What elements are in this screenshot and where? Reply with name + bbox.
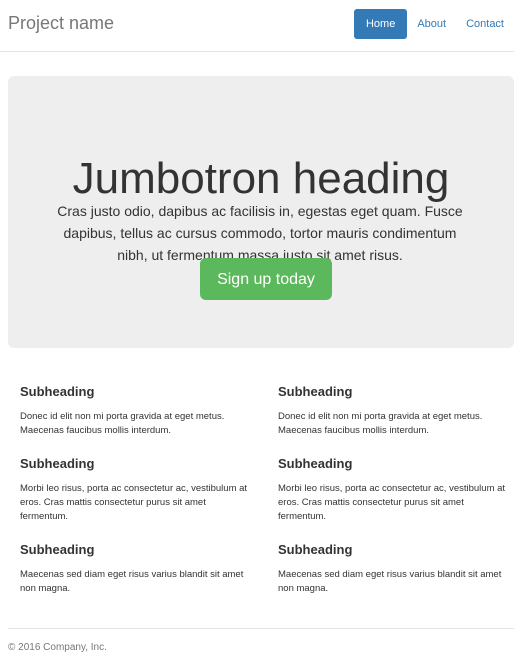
jumbotron-heading: Jumbotron heading: [72, 154, 450, 204]
header: Project name Home About Contact: [0, 0, 514, 52]
feature-heading: Subheading: [20, 456, 95, 471]
feature-heading: Subheading: [278, 542, 353, 557]
feature-text: Donec id elit non mi porta gravida at eg…: [20, 411, 225, 436]
feature-heading: Subheading: [20, 542, 95, 557]
feature-heading: Subheading: [278, 456, 353, 471]
feature-text: Donec id elit non mi porta gravida at eg…: [278, 411, 483, 436]
feature-text: Maecenas sed diam eget risus varius blan…: [20, 569, 244, 594]
jumbotron: Jumbotron heading Cras justo odio, dapib…: [8, 76, 514, 348]
footer: © 2016 Company, Inc.: [8, 642, 107, 654]
feature-text: Morbi leo risus, porta ac consectetur ac…: [20, 483, 248, 522]
top-nav: Home About Contact: [353, 9, 514, 39]
nav-about-link[interactable]: About: [407, 9, 456, 39]
feature-block: Subheading Morbi leo risus, porta ac con…: [278, 456, 510, 524]
feature-block: Subheading Maecenas sed diam eget risus …: [20, 542, 252, 596]
feature-heading: Subheading: [278, 384, 353, 399]
nav-contact-link[interactable]: Contact: [456, 9, 514, 39]
feature-text: Maecenas sed diam eget risus varius blan…: [278, 569, 502, 594]
jumbotron-text: Cras justo odio, dapibus ac facilisis in…: [57, 203, 463, 263]
brand-title[interactable]: Project name: [8, 12, 114, 34]
feature-text: Morbi leo risus, porta ac consectetur ac…: [278, 483, 506, 522]
nav-home-link[interactable]: Home: [353, 9, 408, 39]
page-container: Project name Home About Contact Jumbotro…: [0, 0, 514, 654]
footer-divider: [8, 628, 514, 629]
footer-copyright: © 2016 Company, Inc.: [8, 642, 107, 653]
feature-block: Subheading Donec id elit non mi porta gr…: [20, 384, 252, 438]
sign-up-button[interactable]: Sign up today: [200, 258, 332, 300]
feature-block: Subheading Donec id elit non mi porta gr…: [278, 384, 510, 438]
feature-heading: Subheading: [20, 384, 95, 399]
feature-block: Subheading Morbi leo risus, porta ac con…: [20, 456, 252, 524]
feature-block: Subheading Maecenas sed diam eget risus …: [278, 542, 510, 596]
